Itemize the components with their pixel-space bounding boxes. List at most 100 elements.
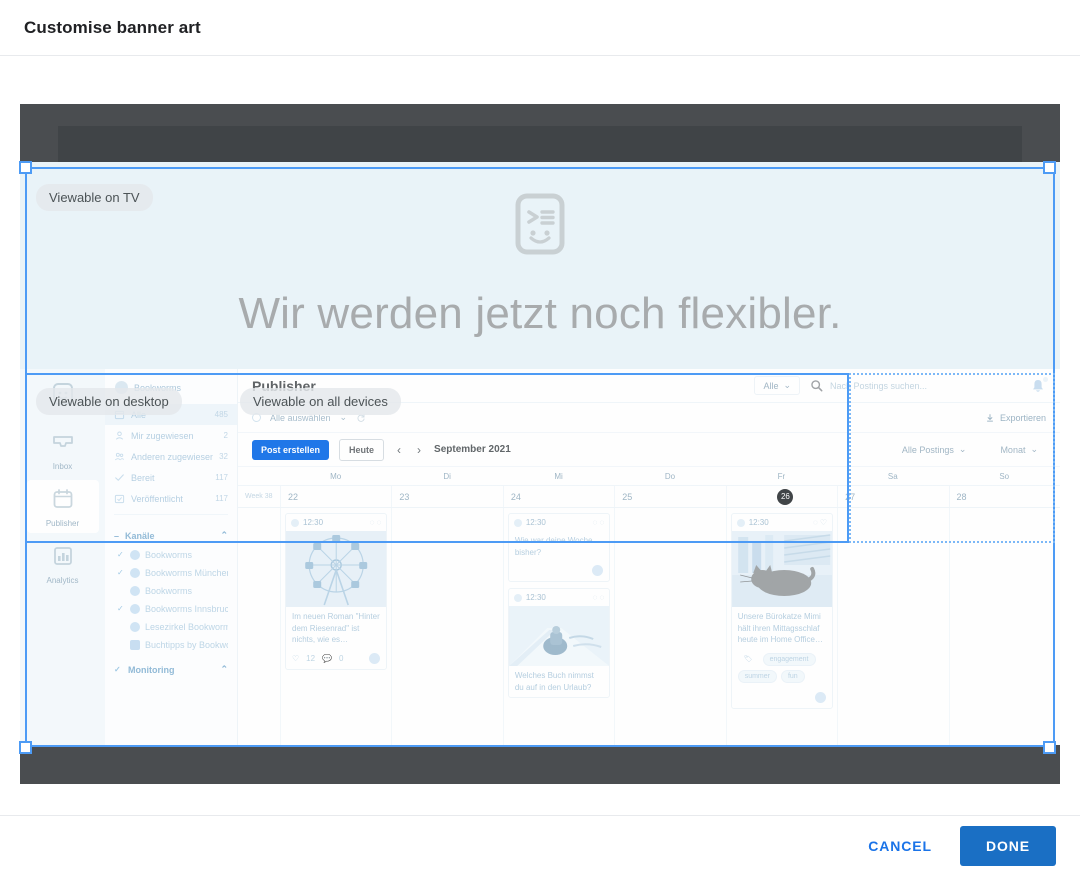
channel-name: Bookworms bbox=[145, 550, 193, 560]
calendar-icon bbox=[114, 410, 125, 420]
check-icon[interactable]: ✓ bbox=[117, 551, 125, 559]
sidebar-item-veroeffentlicht[interactable]: Veröffentlicht 117 bbox=[105, 488, 237, 509]
group-label: Kanäle bbox=[125, 530, 155, 541]
post-card[interactable]: 12:30 ◌ ◌ bbox=[285, 513, 388, 670]
tag[interactable]: fun bbox=[780, 669, 805, 683]
check-icon[interactable]: ✓ bbox=[117, 605, 125, 613]
refresh-icon[interactable] bbox=[356, 413, 366, 423]
collapse-minus-icon: – bbox=[114, 530, 120, 541]
calendar-column-sa[interactable] bbox=[837, 508, 948, 745]
channel-row[interactable]: ✓ Bookworms bbox=[105, 546, 237, 564]
chat-face-icon bbox=[515, 193, 565, 254]
chevron-down-icon[interactable]: ⌄ bbox=[340, 412, 348, 423]
inbox-icon bbox=[52, 436, 73, 447]
page-title: Customise banner art bbox=[24, 17, 201, 37]
checkbox[interactable] bbox=[117, 623, 125, 631]
post-text: Im neuen Roman "Hinter dem Riesenrad" is… bbox=[292, 612, 380, 645]
account-switcher[interactable]: Bookworms bbox=[105, 377, 237, 404]
sidebar-item-alle[interactable]: Alle 485 bbox=[105, 404, 237, 425]
today-button[interactable]: Heute bbox=[339, 438, 385, 461]
post-card[interactable]: 12:30 ◌ ◌ bbox=[507, 588, 611, 699]
select-all-checkbox[interactable] bbox=[252, 413, 261, 422]
create-post-button[interactable]: Post erstellen bbox=[252, 439, 330, 460]
posts-filter-dropdown[interactable]: Alle Postings ⌄ bbox=[894, 441, 975, 458]
sidebar-item-bereit[interactable]: Bereit 117 bbox=[105, 467, 237, 488]
calendar-column-do[interactable] bbox=[614, 508, 725, 745]
calendar-column-di[interactable] bbox=[391, 508, 502, 745]
ferris-wheel-illustration bbox=[305, 535, 368, 606]
search-input[interactable]: Nach Postings suchen... bbox=[810, 379, 1020, 392]
post-status-icons: ◌ ◌ bbox=[592, 518, 605, 527]
chevron-left-icon[interactable]: ‹ bbox=[394, 443, 404, 457]
done-button[interactable]: DONE bbox=[959, 826, 1056, 866]
rail-label-publisher: Publisher bbox=[45, 519, 80, 528]
stage-overlay-bar bbox=[58, 126, 1022, 164]
date-cell[interactable]: 25 bbox=[614, 486, 725, 507]
channel-row[interactable]: Bookworms bbox=[105, 582, 237, 600]
view-filter-dropdown[interactable]: Monat ⌄ bbox=[992, 441, 1046, 458]
facebook-icon bbox=[130, 604, 140, 614]
day-header: Do bbox=[664, 472, 676, 481]
notifications-button[interactable] bbox=[1030, 376, 1048, 394]
channel-row[interactable]: Lesezirkel Bookworms bbox=[105, 618, 237, 636]
calendar-filters: Alle Postings ⌄ Monat ⌄ bbox=[894, 441, 1046, 458]
post-status-icons: ◌ ◌ bbox=[592, 593, 605, 603]
check-icon[interactable]: ✓ bbox=[117, 569, 125, 577]
sidebar-item-mir-zugewiesen[interactable]: Mir zugewiesen 2 bbox=[105, 425, 237, 446]
sidebar-item-analytics[interactable]: Analytics bbox=[27, 537, 99, 590]
posts-filter-value: Alle Postings bbox=[901, 444, 954, 455]
calendar-column-fr[interactable]: 12:30 ◌ ♡ Unsere Bürokatze Mimi hält ihr… bbox=[725, 508, 837, 745]
app-sidebar[interactable]: Bookworms Alle 485 Mir zugewiesen 2 Ande… bbox=[105, 369, 238, 745]
search-icon bbox=[811, 380, 823, 392]
account-filter-dropdown[interactable]: Alle ⌄ bbox=[754, 376, 800, 395]
calendar-column-so[interactable] bbox=[948, 508, 1060, 745]
channel-row[interactable]: Buchtipps by Bookworms bbox=[105, 636, 237, 654]
date-cell[interactable]: 22 bbox=[280, 486, 391, 507]
date-cell[interactable]: 28 bbox=[948, 486, 1060, 507]
sidebar-group-monitoring[interactable]: ✓ Monitoring ⌃ bbox=[105, 654, 237, 680]
post-card[interactable]: 12:30 ◌ ◌ Wie war deine Woche bisher? bbox=[507, 513, 611, 583]
export-button[interactable]: Exportieren bbox=[985, 413, 1046, 423]
rail-item-logo[interactable] bbox=[27, 375, 99, 419]
channel-row[interactable]: ✓ Bookworms Innsbruck bbox=[105, 600, 237, 618]
date-cell[interactable]: 27 bbox=[837, 486, 948, 507]
chevron-right-icon[interactable]: › bbox=[414, 443, 424, 457]
channel-name: Lesezirkel Bookworms bbox=[145, 622, 228, 632]
sidebar-group-kanaele[interactable]: – Kanäle ⌃ bbox=[105, 520, 237, 546]
checkbox[interactable] bbox=[117, 587, 125, 595]
post-image-road-bike bbox=[508, 606, 610, 667]
banner-crop-stage[interactable]: Wir werden jetzt noch flexibler. Inbox P… bbox=[20, 104, 1060, 784]
search-placeholder: Nach Postings suchen... bbox=[830, 380, 928, 391]
instagram-icon bbox=[130, 622, 140, 632]
post-time: 12:30 bbox=[303, 518, 324, 527]
calendar-column-mi[interactable]: 12:30 ◌ ◌ Wie war deine Woche bisher? 12… bbox=[502, 508, 614, 745]
calendar-column-mo[interactable]: 12:30 ◌ ◌ Im neuen Roman "Hinter dem Rie… bbox=[280, 508, 391, 745]
chevron-up-icon: ⌃ bbox=[220, 664, 228, 674]
post-header: 12:30 ◌ ◌ bbox=[509, 514, 609, 531]
post-tags: 🏷 engagement summer fun bbox=[732, 650, 832, 689]
sidebar-item-inbox[interactable]: Inbox bbox=[27, 423, 99, 476]
sidebar-item-publisher[interactable]: Publisher bbox=[26, 480, 99, 533]
cancel-button[interactable]: CANCEL bbox=[854, 828, 946, 864]
facebook-icon bbox=[130, 550, 140, 560]
post-card[interactable]: 12:30 ◌ ♡ Unsere Bürokatze Mimi hält ihr… bbox=[730, 513, 834, 709]
tag[interactable]: engagement bbox=[762, 652, 816, 666]
checkbox[interactable] bbox=[117, 641, 125, 649]
calendar-icon bbox=[53, 489, 72, 508]
like-icon: ♡ bbox=[292, 653, 300, 663]
sidebar-item-anderen-zugewiesen[interactable]: Anderen zugewiesen 32 bbox=[105, 446, 237, 467]
filter-value: Alle bbox=[763, 380, 779, 391]
tag[interactable]: summer bbox=[737, 669, 777, 683]
product-screenshot: Inbox Publisher Analytics Bookworms Alle… bbox=[20, 369, 1060, 745]
channel-row[interactable]: ✓ Bookworms München bbox=[105, 564, 237, 582]
post-image-sleeping-cat bbox=[731, 531, 833, 607]
date-cell-today[interactable]: 26 bbox=[725, 486, 837, 507]
facebook-icon bbox=[592, 565, 604, 577]
notification-badge bbox=[1043, 376, 1048, 382]
app-nav-rail[interactable]: Inbox Publisher Analytics bbox=[20, 369, 105, 745]
post-status-icons: ◌ ♡ bbox=[812, 518, 828, 527]
date-cell[interactable]: 23 bbox=[391, 486, 502, 507]
check-icon: ✓ bbox=[114, 664, 121, 674]
date-cell[interactable]: 24 bbox=[502, 486, 614, 507]
post-text: Unsere Bürokatze Mimi hält ihren Mittags… bbox=[737, 612, 823, 645]
